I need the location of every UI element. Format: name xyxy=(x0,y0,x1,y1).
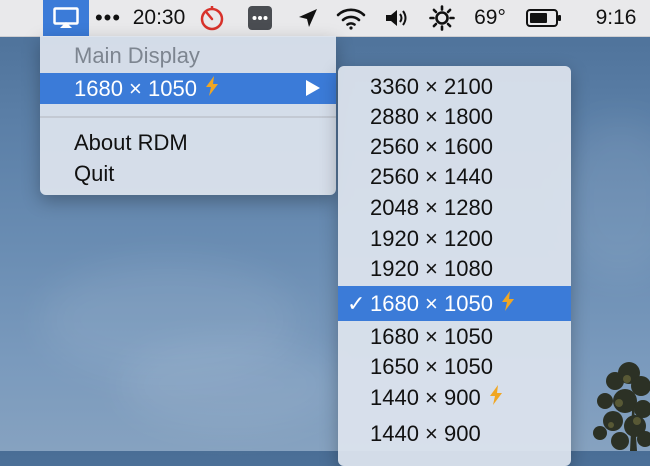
checkmark-icon: ✓ xyxy=(347,290,366,316)
submenu-item[interactable]: 2560 × 1440 xyxy=(338,162,571,192)
submenu-item-label: 2880 × 1800 xyxy=(370,104,493,129)
submenu-item[interactable]: 2048 × 1280 xyxy=(338,193,571,223)
submenu-item[interactable]: 1650 × 1050 xyxy=(338,352,571,382)
rdm-dropdown-menu: Main Display 1680 × 1050 About RDM Quit xyxy=(40,36,336,195)
wifi-icon[interactable] xyxy=(333,0,369,36)
sun-icon[interactable] xyxy=(426,0,458,36)
more-items-dots[interactable]: ••• xyxy=(94,0,122,36)
menubar-time[interactable]: 9:16 xyxy=(591,0,641,36)
timer-icon[interactable] xyxy=(197,0,227,36)
submenu-item[interactable]: 1440 × 900 xyxy=(338,419,571,449)
menu-item-quit-label: Quit xyxy=(74,161,115,186)
submenu-item-selected[interactable]: ✓ 1680 × 1050 xyxy=(338,286,571,321)
lightning-bolt-icon xyxy=(501,290,515,317)
background-cloud xyxy=(120,340,340,430)
menu-item-resolution-label: 1680 × 1050 xyxy=(74,75,197,101)
submenu-item-label: 1680 × 1050 xyxy=(370,290,493,316)
submenu-item-label: 1680 × 1050 xyxy=(370,324,493,349)
menu-separator xyxy=(40,116,336,118)
submenu-item-label: 2560 × 1440 xyxy=(370,164,493,189)
rdm-menubar-button[interactable] xyxy=(43,0,89,36)
menubar-clock[interactable]: 20:30 xyxy=(127,0,191,36)
display-icon xyxy=(53,7,79,28)
submenu-item-label: 1440 × 900 xyxy=(370,421,481,446)
submenu-item[interactable]: 1440 × 900 xyxy=(338,383,571,413)
battery-icon[interactable] xyxy=(524,0,564,36)
lightning-bolt-icon xyxy=(489,385,503,411)
menu-item-resolution[interactable]: 1680 × 1050 xyxy=(40,73,336,104)
submenu-item[interactable]: 1920 × 1080 xyxy=(338,254,571,284)
resolution-submenu: 3360 × 2100 2880 × 1800 2560 × 1600 2560… xyxy=(338,66,571,466)
submenu-item[interactable]: 2880 × 1800 xyxy=(338,102,571,132)
submenu-item-label: 2048 × 1280 xyxy=(370,195,493,220)
menu-item-about-label: About RDM xyxy=(74,130,188,155)
weather-temperature[interactable]: 69° xyxy=(468,0,512,36)
menu-item-about[interactable]: About RDM xyxy=(40,128,336,158)
submenu-item-label: 1440 × 900 xyxy=(370,385,481,410)
submenu-item[interactable]: 2560 × 1600 xyxy=(338,132,571,162)
lightning-bolt-icon xyxy=(205,75,219,102)
submenu-item-label: 1920 × 1200 xyxy=(370,226,493,251)
menu-bar: ••• 20:30 69° 9:16 xyxy=(0,0,650,37)
submenu-item-label: 3360 × 2100 xyxy=(370,74,493,99)
volume-icon[interactable] xyxy=(382,0,412,36)
submenu-arrow-icon xyxy=(306,80,320,96)
menu-item-quit[interactable]: Quit xyxy=(40,159,336,189)
submenu-item-label: 2560 × 1600 xyxy=(370,134,493,159)
location-arrow-icon[interactable] xyxy=(295,0,321,36)
submenu-item-label: 1920 × 1080 xyxy=(370,256,493,281)
submenu-item[interactable]: 3360 × 2100 xyxy=(338,72,571,102)
submenu-item[interactable]: 1920 × 1200 xyxy=(338,224,571,254)
submenu-item-label: 1650 × 1050 xyxy=(370,354,493,379)
menu-header-label: Main Display xyxy=(74,43,200,68)
background-cloud xyxy=(560,120,650,280)
menu-header-main-display: Main Display xyxy=(40,41,336,71)
pine-tree-image xyxy=(593,362,650,451)
more-dots-icon[interactable] xyxy=(246,0,274,36)
submenu-item[interactable]: 1680 × 1050 xyxy=(338,322,571,352)
